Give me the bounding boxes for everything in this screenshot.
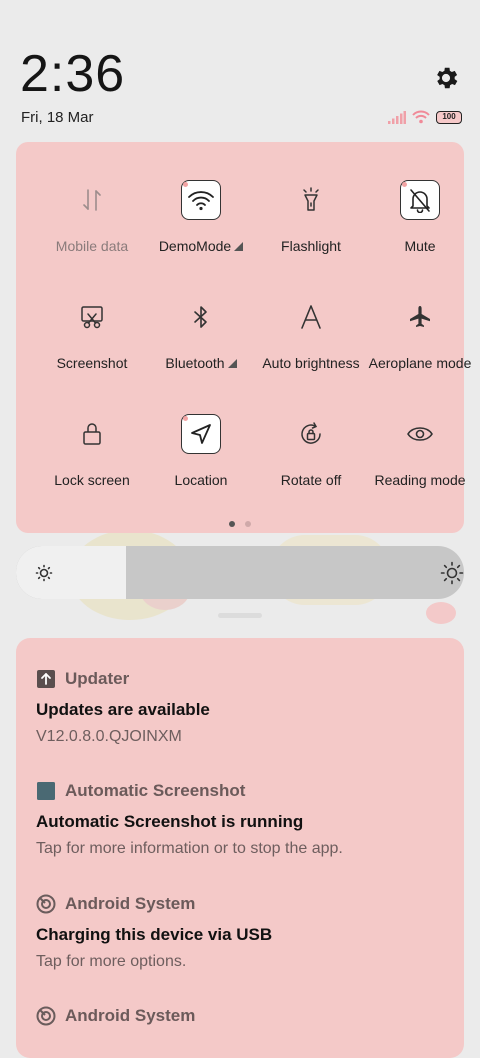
tile-label-text: Aeroplane mode bbox=[368, 355, 472, 371]
notification-item[interactable]: Automatic Screenshot Automatic Screenshot… bbox=[36, 780, 456, 858]
quick-settings-panel: Mobile data DemoMode Flashlight Mute Screens… bbox=[16, 142, 471, 533]
eye-icon bbox=[400, 414, 440, 454]
notification-item[interactable]: Android System bbox=[36, 1005, 456, 1027]
tile-label: Location bbox=[146, 472, 256, 488]
tile-label: Lock screen bbox=[37, 472, 147, 488]
tile-mobile-data[interactable]: Mobile data bbox=[37, 180, 147, 254]
tile-label-text: Mute bbox=[404, 238, 436, 254]
updater-arrow-icon bbox=[36, 669, 56, 689]
tile-rotate-off[interactable]: Rotate off bbox=[256, 414, 366, 488]
notification-body: Tap for more information or to stop the … bbox=[36, 840, 343, 857]
tile-demomode[interactable]: DemoMode bbox=[146, 180, 256, 254]
tile-label: Mute bbox=[365, 238, 475, 254]
notification-title: Updates are available bbox=[36, 700, 210, 719]
notification-app-name: Android System bbox=[65, 1006, 196, 1025]
mobile-data-icon bbox=[72, 180, 112, 220]
brightness-slider[interactable] bbox=[16, 546, 464, 599]
tile-aeroplane-mode[interactable]: Aeroplane mode bbox=[365, 297, 475, 371]
notification-app-name: Automatic Screenshot bbox=[65, 781, 246, 800]
notification-app: Android System bbox=[36, 893, 456, 915]
wifi-icon bbox=[181, 180, 221, 220]
auto-brightness-icon bbox=[291, 297, 331, 337]
tile-auto-brightness[interactable]: Auto brightness bbox=[256, 297, 366, 371]
notification-app: Automatic Screenshot bbox=[36, 780, 456, 802]
tile-label: Reading mode bbox=[365, 472, 475, 488]
tile-label-text: DemoMode bbox=[158, 238, 232, 254]
brightness-low-icon bbox=[35, 564, 53, 582]
app-square-icon bbox=[36, 781, 56, 801]
notification-body: Tap for more options. bbox=[36, 953, 187, 970]
tile-label-text: Lock screen bbox=[54, 472, 130, 488]
android-system-icon bbox=[36, 1006, 56, 1026]
bluetooth-icon bbox=[181, 297, 221, 337]
expand-triangle-icon bbox=[234, 242, 244, 251]
rotate-lock-icon bbox=[291, 414, 331, 454]
tile-label: DemoMode bbox=[146, 238, 256, 254]
notification-app: Updater bbox=[36, 668, 456, 690]
clock: 2:36 bbox=[20, 45, 126, 103]
tile-location[interactable]: Location bbox=[146, 414, 256, 488]
tile-label-text: Flashlight bbox=[281, 238, 341, 254]
page-dot bbox=[245, 521, 251, 527]
battery-level: 100 bbox=[442, 112, 456, 121]
tile-label: Auto brightness bbox=[256, 355, 366, 371]
notification-body: V12.0.8.0.QJOINXM bbox=[36, 728, 182, 745]
brightness-fill bbox=[16, 546, 126, 599]
expand-triangle-icon bbox=[227, 359, 237, 368]
android-system-icon bbox=[36, 894, 56, 914]
location-arrow-icon bbox=[181, 414, 221, 454]
tile-label-text: Mobile data bbox=[55, 238, 129, 254]
tile-label-text: Location bbox=[174, 472, 228, 488]
tile-label-text: Reading mode bbox=[374, 472, 466, 488]
scissors-icon bbox=[72, 297, 112, 337]
notification-panel: Updater Updates are available V12.0.8.0.QJ… bbox=[16, 638, 464, 1058]
tile-label: Flashlight bbox=[256, 238, 366, 254]
notification-title: Automatic Screenshot is running bbox=[36, 812, 304, 831]
flashlight-icon bbox=[291, 180, 331, 220]
notification-item[interactable]: Updater Updates are available V12.0.8.0.QJ… bbox=[36, 668, 456, 746]
tile-label: Screenshot bbox=[37, 355, 147, 371]
tile-label: Bluetooth bbox=[146, 355, 256, 371]
notification-title: Charging this device via USB bbox=[36, 925, 273, 944]
tile-label-text: Rotate off bbox=[280, 472, 342, 488]
battery-icon: 100 bbox=[436, 110, 462, 124]
airplane-icon bbox=[400, 297, 440, 337]
tile-label: Mobile data bbox=[37, 238, 147, 254]
tile-lock-screen[interactable]: Lock screen bbox=[37, 414, 147, 488]
tile-mute[interactable]: Mute bbox=[365, 180, 475, 254]
drag-handle[interactable] bbox=[218, 613, 262, 618]
tile-label: Rotate off bbox=[256, 472, 366, 488]
tile-label-text: Auto brightness bbox=[262, 355, 360, 371]
tile-label-text: Screenshot bbox=[56, 355, 128, 371]
notification-app-name: Android System bbox=[65, 894, 196, 913]
cellular-signal-icon bbox=[388, 110, 406, 124]
notification-app-name: Updater bbox=[65, 669, 130, 688]
wifi-status-icon bbox=[412, 110, 430, 124]
date: Fri, 18 Mar bbox=[21, 109, 94, 126]
brightness-high-icon bbox=[440, 561, 464, 585]
tile-screenshot[interactable]: Screenshot bbox=[37, 297, 147, 371]
tile-bluetooth[interactable]: Bluetooth bbox=[146, 297, 256, 371]
notification-item[interactable]: Android System Charging this device via U… bbox=[36, 893, 456, 971]
notification-app: Android System bbox=[36, 1005, 456, 1027]
bell-off-icon bbox=[400, 180, 440, 220]
tile-label: Aeroplane mode bbox=[365, 355, 475, 371]
tile-flashlight[interactable]: Flashlight bbox=[256, 180, 366, 254]
page-dot bbox=[229, 521, 235, 527]
tile-label-text: Bluetooth bbox=[165, 355, 225, 371]
settings-gear-icon[interactable] bbox=[432, 64, 460, 92]
status-bar-icons: 100 bbox=[388, 109, 462, 125]
page-indicator bbox=[16, 521, 464, 527]
lock-icon bbox=[72, 414, 112, 454]
tile-reading-mode[interactable]: Reading mode bbox=[365, 414, 475, 488]
